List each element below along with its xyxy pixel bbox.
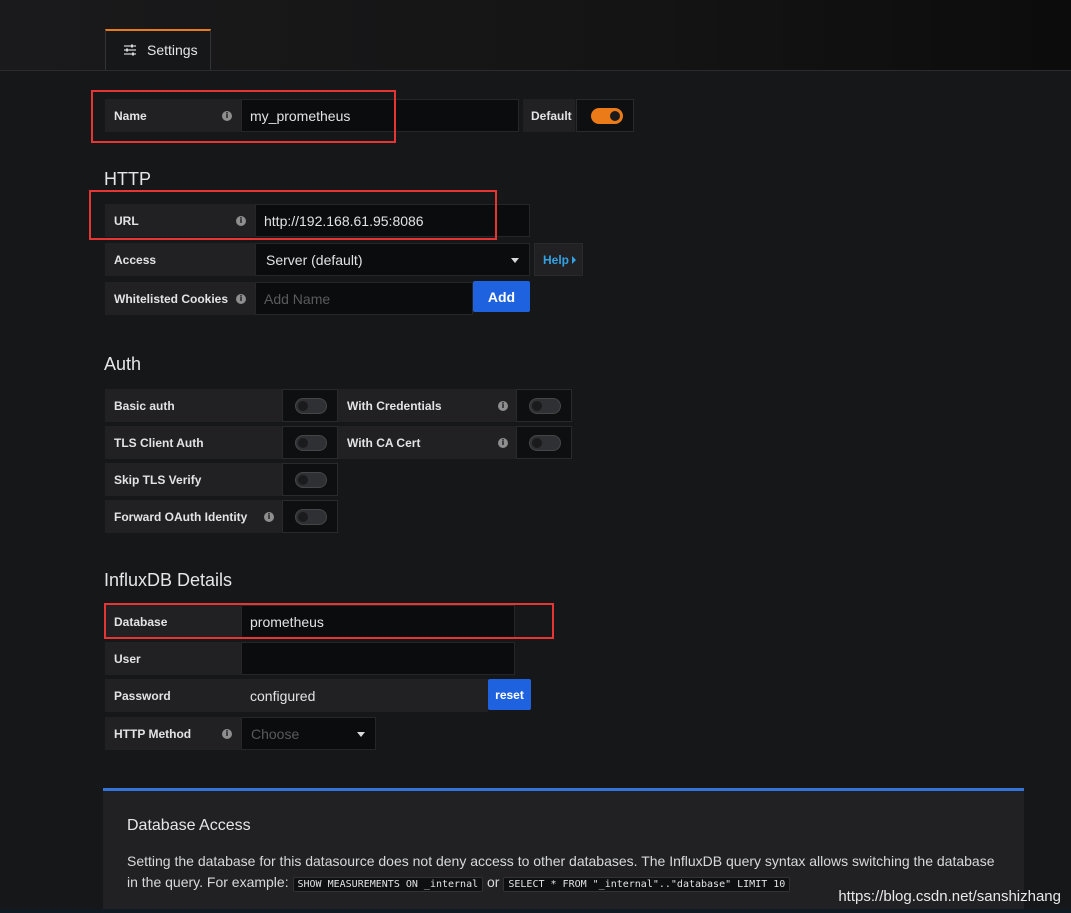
- forward-oauth-toggle[interactable]: [295, 509, 327, 525]
- toggle-knob: [298, 401, 308, 411]
- info-icon[interactable]: i: [498, 401, 508, 411]
- toggle-knob: [532, 401, 542, 411]
- default-toggle[interactable]: [591, 108, 623, 124]
- http-method-placeholder: Choose: [251, 725, 300, 742]
- tls-client-auth-label: TLS Client Auth: [105, 426, 282, 459]
- panel-title: Database Access: [127, 817, 251, 834]
- user-label: User: [105, 642, 241, 675]
- toggle-knob: [298, 512, 308, 522]
- with-credentials-text: With Credentials: [347, 398, 442, 413]
- chevron-down-icon: [511, 258, 519, 263]
- cookies-input[interactable]: Add Name: [255, 282, 473, 315]
- access-label: Access: [105, 243, 255, 276]
- reset-password-button[interactable]: reset: [488, 679, 531, 710]
- highlight-box-database: [104, 603, 554, 639]
- add-cookie-button[interactable]: Add: [473, 281, 530, 312]
- default-label-text: Default: [531, 108, 572, 123]
- basic-auth-text: Basic auth: [114, 398, 175, 413]
- toggle-knob: [532, 438, 542, 448]
- skip-tls-verify-label: Skip TLS Verify: [105, 463, 282, 496]
- bottom-strip: [0, 909, 1071, 913]
- with-ca-cert-label: With CA Cert: [338, 426, 516, 459]
- code-snippet-2: SELECT * FROM "_internal".."database" LI…: [503, 877, 791, 892]
- info-icon[interactable]: i: [498, 438, 508, 448]
- with-ca-cert-toggle-cell: [516, 426, 572, 459]
- info-icon[interactable]: i: [264, 512, 274, 522]
- toggle-knob: [298, 438, 308, 448]
- http-method-select[interactable]: Choose: [241, 717, 376, 750]
- tab-label: Settings: [147, 42, 198, 58]
- cookies-label: Whitelisted Cookies: [105, 282, 255, 315]
- tls-client-auth-toggle-cell: [282, 426, 338, 459]
- http-method-label-text: HTTP Method: [114, 726, 192, 741]
- skip-tls-verify-toggle-cell: [282, 463, 338, 496]
- password-label: Password: [105, 679, 241, 712]
- default-toggle-cell: [576, 99, 634, 132]
- http-method-label: HTTP Method: [105, 717, 241, 750]
- cookies-placeholder: Add Name: [264, 290, 331, 307]
- with-credentials-toggle[interactable]: [529, 398, 561, 414]
- skip-tls-verify-toggle[interactable]: [295, 472, 327, 488]
- caret-right-icon: [572, 255, 577, 264]
- password-input[interactable]: configured: [241, 679, 488, 712]
- highlight-box-url: [89, 190, 497, 240]
- with-ca-cert-text: With CA Cert: [347, 435, 421, 450]
- forward-oauth-text: Forward OAuth Identity: [114, 509, 248, 524]
- with-credentials-label: With Credentials: [338, 389, 516, 422]
- tls-client-auth-toggle[interactable]: [295, 435, 327, 451]
- highlight-box-name: [91, 90, 396, 143]
- panel-text-or: or: [487, 874, 500, 890]
- section-heading-influxdb: InfluxDB Details: [104, 570, 233, 590]
- basic-auth-toggle[interactable]: [295, 398, 327, 414]
- help-button[interactable]: Help: [534, 243, 583, 276]
- section-heading-http: HTTP: [104, 169, 151, 189]
- watermark: https://blog.csdn.net/sanshizhang: [838, 888, 1061, 905]
- code-snippet-1: SHOW MEASUREMENTS ON _internal: [292, 877, 484, 892]
- with-credentials-toggle-cell: [516, 389, 572, 422]
- default-label: Default: [523, 99, 575, 132]
- section-heading-auth: Auth: [104, 354, 142, 374]
- info-icon[interactable]: i: [222, 729, 232, 739]
- add-label: Add: [487, 288, 516, 305]
- password-label-text: Password: [114, 688, 171, 703]
- chevron-down-icon: [357, 732, 365, 737]
- skip-tls-verify-text: Skip TLS Verify: [114, 472, 202, 487]
- basic-auth-label: Basic auth: [105, 389, 282, 422]
- basic-auth-toggle-cell: [282, 389, 338, 422]
- tab-settings[interactable]: Settings: [105, 29, 211, 70]
- tls-client-auth-text: TLS Client Auth: [114, 435, 204, 450]
- password-input-value: configured: [250, 687, 316, 704]
- toggle-knob: [610, 111, 620, 121]
- user-input[interactable]: [241, 642, 515, 675]
- forward-oauth-label: Forward OAuth Identity: [105, 500, 282, 533]
- cookies-label-text: Whitelisted Cookies: [114, 291, 229, 306]
- with-ca-cert-toggle[interactable]: [529, 435, 561, 451]
- sliders-icon: [124, 44, 136, 56]
- toggle-knob: [298, 475, 308, 485]
- user-label-text: User: [114, 651, 141, 666]
- help-label: Help: [543, 252, 570, 267]
- access-label-text: Access: [114, 252, 157, 267]
- reset-label: reset: [495, 687, 524, 702]
- access-select[interactable]: Server (default): [255, 243, 530, 276]
- access-select-value: Server (default): [266, 251, 363, 268]
- forward-oauth-toggle-cell: [282, 500, 338, 533]
- info-icon[interactable]: i: [236, 294, 246, 304]
